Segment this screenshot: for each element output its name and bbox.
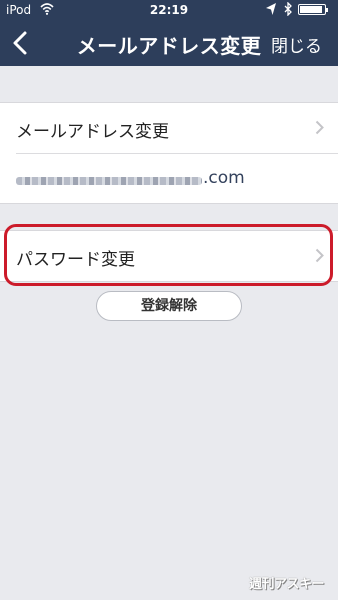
close-button[interactable]: 閉じる (271, 32, 322, 57)
chevron-left-icon[interactable] (10, 30, 32, 56)
page-title: メールアドレス変更 (76, 34, 262, 58)
chevron-right-icon (315, 120, 324, 135)
highlight-annotation (4, 224, 333, 286)
navigation-bar: iPod 22:19 メールアドレス変更 閉じる (0, 0, 338, 66)
watermark-logo: 週刊アスキー (248, 577, 325, 592)
email-domain: .com (203, 168, 245, 188)
location-arrow-icon (266, 3, 276, 15)
email-section: メールアドレス変更 .com (0, 102, 338, 204)
bluetooth-icon (284, 2, 292, 16)
email-change-row[interactable]: メールアドレス変更 (0, 103, 338, 153)
unregister-button[interactable]: 登録解除 (96, 291, 242, 321)
blurred-email-address (16, 177, 202, 185)
battery-level (300, 6, 322, 13)
current-email-row: .com (0, 153, 338, 203)
email-change-label: メールアドレス変更 (16, 122, 169, 142)
status-bar: iPod 22:19 (0, 0, 338, 20)
battery-icon (298, 4, 328, 15)
